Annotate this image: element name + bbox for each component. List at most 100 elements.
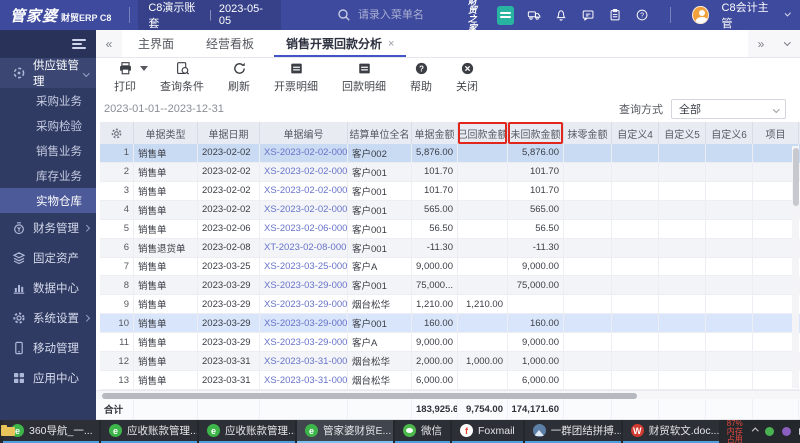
sidebar-item-fixed-assets[interactable]: 固定资产 [0, 243, 96, 273]
table-row[interactable]: 7销售单2023-03-25XS-2023-03-25-000...客户A9,0… [100, 258, 800, 277]
horizontal-scrollbar-thumb[interactable] [102, 393, 637, 399]
message-icon[interactable] [581, 7, 595, 23]
table-row[interactable]: 8销售单2023-03-29XS-2023-03-29-000...客户0017… [100, 276, 800, 295]
column-header-project[interactable]: 项目 [753, 122, 799, 144]
sidebar-item-purchase-inspection[interactable]: 采购检验 [0, 113, 96, 138]
cell-number[interactable]: XS-2023-03-29-000... [260, 276, 348, 295]
table-row[interactable]: 3销售单2023-02-02XS-2023-02-02-000...客户0011… [100, 182, 800, 201]
sidebar-item-supply-chain[interactable]: 供应链管理 [0, 58, 96, 88]
column-header-number[interactable]: 单据编号 [260, 122, 348, 144]
promo-badge-icon[interactable] [497, 6, 514, 25]
table-row[interactable]: 9销售单2023-03-29XS-2023-03-29-000...烟台松华1,… [100, 295, 800, 314]
user-avatar[interactable] [692, 6, 708, 24]
column-header-custom6[interactable]: 自定义6 [706, 122, 753, 144]
query-conditions-button[interactable]: 查询条件 [160, 61, 204, 94]
column-header-custom4[interactable]: 自定义4 [612, 122, 659, 144]
cell-number[interactable]: XS-2023-02-02-000... [260, 163, 348, 182]
tab-3[interactable]: 销售开票回款分析× [270, 30, 410, 57]
app-logo: 管家婆 财贸ERP C8 [0, 5, 121, 26]
menu-search[interactable] [336, 7, 468, 23]
taskbar-item-7[interactable]: 一群团结拼搏... [525, 420, 621, 443]
table-row[interactable]: 6销售退货单2023-02-08XT-2023-02-08-000...客户00… [100, 239, 800, 258]
user-name[interactable]: C8会计主管 [722, 0, 773, 31]
sidebar-item-inventory[interactable]: 库存业务 [0, 163, 96, 188]
cell-number[interactable]: XS-2023-02-02-000... [260, 182, 348, 201]
cell-rounding [564, 258, 612, 277]
cell-number[interactable]: XS-2023-03-29-000... [260, 314, 348, 333]
sidebar-item-app-center[interactable]: 应用中心 [0, 363, 96, 393]
sidebar-item-data-center[interactable]: 数据中心 [0, 273, 96, 303]
table-row[interactable]: 11销售单2023-03-29XS-2023-03-29-000...客户A9,… [100, 333, 800, 352]
column-header-custom5[interactable]: 自定义5 [659, 122, 706, 144]
vertical-scrollbar-thumb[interactable] [793, 148, 799, 206]
sidebar-collapse-button[interactable] [0, 30, 96, 58]
notification-bell-icon[interactable] [554, 7, 568, 23]
cell-number[interactable]: XS-2023-03-31-000... [260, 352, 348, 371]
table-row[interactable]: 13销售单2023-03-31XS-2023-03-31-000...烟台松华6… [100, 371, 800, 390]
tray-app-icon[interactable] [782, 427, 791, 436]
cell-number[interactable]: XS-2023-03-29-000... [260, 295, 348, 314]
taskbar-item-2[interactable]: e应收账款管理... [101, 420, 197, 443]
sidebar-item-finance[interactable]: 财务管理 [0, 213, 96, 243]
help-button[interactable]: ?帮助 [410, 61, 432, 94]
tabs-list-button[interactable] [774, 30, 800, 57]
taskbar-item-label: 财贸软文.doc... [649, 423, 719, 438]
delivery-van-icon[interactable] [527, 7, 541, 23]
taskbar-item-3[interactable]: e应收账款管理... [199, 420, 295, 443]
taskbar-item-5[interactable]: 微信 [395, 420, 450, 443]
sidebar-item-physical-warehouse[interactable]: 实物仓库 [0, 188, 96, 213]
user-menu-chevron-down-icon[interactable] [785, 10, 791, 16]
table-row[interactable]: 1销售单2023-02-02XS-2023-02-02-000...客户0025… [100, 144, 800, 163]
column-header-unreceived[interactable]: 未回款金额 [508, 122, 564, 144]
taskbar-item-8[interactable]: W财贸软文.doc... [623, 420, 719, 443]
cell-number[interactable]: XS-2023-02-06-000... [260, 220, 348, 239]
tray-chevron-up-icon[interactable] [752, 428, 758, 434]
help-circle-icon[interactable]: ? [635, 7, 649, 23]
print-button[interactable]: 打印 [114, 61, 136, 94]
cell-number[interactable]: XS-2023-02-02-000... [260, 201, 348, 220]
sidebar-item-mobile-management[interactable]: 移动管理 [0, 333, 96, 363]
close-button[interactable]: 关闭 [456, 61, 478, 94]
column-settings-button[interactable] [100, 122, 134, 144]
column-header-rounding[interactable]: 抹零金额 [564, 122, 612, 144]
table-row[interactable]: 10销售单2023-03-29XS-2023-03-29-000...客户001… [100, 314, 800, 333]
account-selector[interactable]: C8演示账套 | 2023-05-05 [138, 0, 281, 34]
taskbar-item-1[interactable]: e360导航_一... [3, 420, 99, 443]
table-row[interactable]: 5销售单2023-02-06XS-2023-02-06-000...客户0015… [100, 220, 800, 239]
tab-1[interactable]: 主界面 [122, 30, 190, 57]
column-header-received[interactable]: 已回款金额 [458, 122, 508, 144]
column-header-amount[interactable]: 单据金额 [412, 122, 458, 144]
tab-close-icon[interactable]: × [388, 38, 394, 50]
table-row[interactable]: 12销售单2023-03-31XS-2023-03-31-000...烟台松华2… [100, 352, 800, 371]
tab-2[interactable]: 经营看板 [190, 30, 270, 57]
column-header-customer[interactable]: 结算单位全名 [348, 122, 412, 144]
tabs-scroll-right-button[interactable]: » [748, 30, 774, 57]
taskbar-item-6[interactable]: fFoxmail [452, 420, 523, 443]
memory-usage-widget[interactable]: 87% 内存占用 [721, 420, 749, 443]
column-header-date[interactable]: 单据日期 [198, 122, 260, 144]
print-dropdown-caret-icon[interactable] [140, 66, 148, 71]
cell-number[interactable]: XS-2023-02-02-000... [260, 144, 348, 163]
tabs-scroll-left-button[interactable]: « [96, 30, 122, 57]
sidebar-item-purchase[interactable]: 采购业务 [0, 88, 96, 113]
cell-number[interactable]: XS-2023-03-29-000... [260, 333, 348, 352]
cell-number[interactable]: XT-2023-02-08-000... [260, 239, 348, 258]
query-mode-select[interactable]: 全部 [671, 99, 786, 119]
column-header-type[interactable]: 单据类型 [134, 122, 198, 144]
cell-number[interactable]: XS-2023-03-31-000... [260, 371, 348, 390]
tray-ball-icon[interactable] [765, 427, 774, 436]
invoice-detail-button[interactable]: 开票明细 [274, 61, 318, 94]
cell-number[interactable]: XS-2023-03-25-000... [260, 258, 348, 277]
sidebar-item-sales[interactable]: 销售业务 [0, 138, 96, 163]
refresh-button[interactable]: 刷新 [228, 61, 250, 94]
table-row[interactable]: 4销售单2023-02-02XS-2023-02-02-000...客户0015… [100, 201, 800, 220]
table-row[interactable]: 2销售单2023-02-02XS-2023-02-02-000...客户0011… [100, 163, 800, 182]
payment-detail-button[interactable]: 回款明细 [342, 61, 386, 94]
taskbar-item-4[interactable]: e管家婆财贸E... [297, 420, 393, 443]
vertical-scrollbar[interactable] [792, 146, 799, 388]
search-input[interactable] [358, 9, 468, 21]
clipboard-icon[interactable] [608, 7, 622, 23]
horizontal-scrollbar[interactable] [96, 390, 800, 399]
cell-unreceived: 160.00 [508, 314, 564, 333]
sidebar-item-system-settings[interactable]: 系统设置 [0, 303, 96, 333]
